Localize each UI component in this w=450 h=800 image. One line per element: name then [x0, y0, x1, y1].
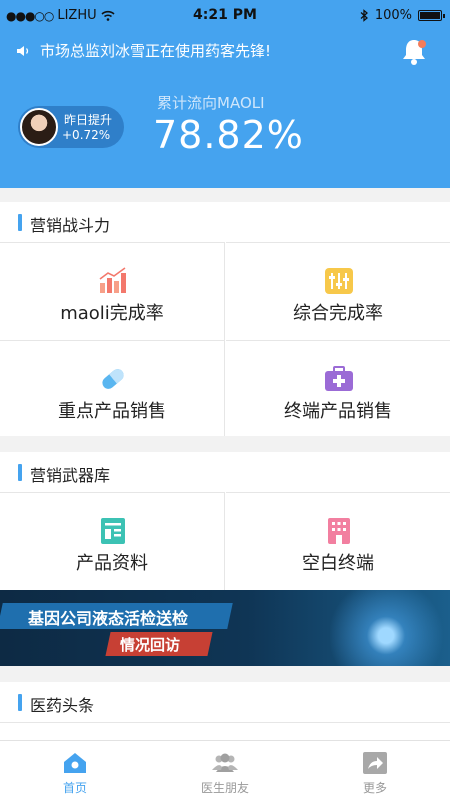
section-accent-bar: [18, 464, 22, 481]
metric-label: 累计流向MAOLI: [157, 94, 265, 112]
growth-pill: 昨日提升 +0.72%: [18, 106, 124, 148]
tab-doctor-friends[interactable]: 医生朋友: [150, 741, 300, 800]
section-title: 医药头条: [30, 696, 95, 715]
tile-product-materials[interactable]: 产品资料: [0, 492, 224, 588]
dna-hand-graphic: [330, 590, 450, 666]
section-header-news: 医药头条: [0, 682, 450, 722]
tab-label: 首页: [62, 781, 87, 795]
notice-text: 市场总监刘冰雪正在使用药客先锋!: [40, 42, 272, 60]
metric-value: 78.82%: [153, 113, 304, 157]
growth-label: 昨日提升: [64, 113, 113, 127]
bar-chart-icon: [99, 267, 126, 293]
tab-bar: 首页 医生朋友 更多: [0, 740, 450, 800]
tile-label: 重点产品销售: [58, 401, 166, 422]
tab-more[interactable]: 更多: [300, 741, 450, 800]
tab-home[interactable]: 首页: [0, 741, 150, 800]
news-list[interactable]: [0, 722, 450, 740]
banner-line-2: 情况回访: [120, 636, 181, 654]
header: ●●●○○ LIZHU 4:21 PM 100% 市场总监刘冰雪正在使用药客先锋…: [0, 0, 450, 188]
tile-maoli-rate[interactable]: maoli完成率: [0, 242, 224, 338]
document-icon: [101, 518, 125, 544]
tile-overall-rate[interactable]: 综合完成率: [226, 242, 450, 338]
section-title: 营销武器库: [30, 466, 111, 485]
section-accent-bar: [18, 694, 22, 711]
tile-key-product-sales[interactable]: 重点产品销售: [0, 340, 224, 436]
sliders-icon: [325, 268, 353, 294]
tab-label: 更多: [362, 781, 387, 795]
status-bar: ●●●○○ LIZHU 4:21 PM 100%: [0, 0, 450, 32]
share-icon: [363, 752, 387, 774]
promo-banner[interactable]: 基因公司液态活检送检 情况回访: [0, 590, 450, 666]
battery-icon: [418, 10, 445, 21]
battery-percent: 100%: [374, 8, 412, 23]
building-icon: [328, 518, 350, 544]
people-icon: [212, 753, 238, 772]
pill-icon: [102, 369, 124, 389]
tile-blank-terminal[interactable]: 空白终端: [226, 492, 450, 588]
section-header-combat: 营销战斗力: [0, 202, 450, 242]
section-title: 营销战斗力: [30, 216, 111, 235]
arsenal-grid: 产品资料 空白终端: [0, 492, 450, 590]
avatar[interactable]: [20, 108, 58, 146]
section-accent-bar: [18, 214, 22, 231]
tile-label: maoli完成率: [60, 303, 164, 324]
tile-label: 产品资料: [76, 553, 148, 574]
section-header-arsenal: 营销武器库: [0, 452, 450, 492]
banner-line-1: 基因公司液态活检送检: [28, 609, 189, 628]
tab-label: 医生朋友: [200, 781, 249, 795]
notice-bar[interactable]: 市场总监刘冰雪正在使用药客先锋!: [16, 40, 271, 61]
tile-label: 空白终端: [302, 553, 374, 574]
tile-label: 综合完成率: [293, 303, 383, 324]
bluetooth-icon: [360, 9, 368, 22]
home-icon: [64, 753, 86, 773]
tile-terminal-sales[interactable]: 终端产品销售: [226, 340, 450, 436]
speaker-icon: [17, 45, 29, 56]
bell-icon[interactable]: [400, 36, 428, 66]
medical-kit-icon: [325, 366, 353, 391]
tile-label: 终端产品销售: [284, 401, 392, 422]
combat-grid: maoli完成率 综合完成率 重点产品销售 终端产品销售: [0, 242, 450, 436]
growth-value: +0.72%: [62, 128, 111, 142]
